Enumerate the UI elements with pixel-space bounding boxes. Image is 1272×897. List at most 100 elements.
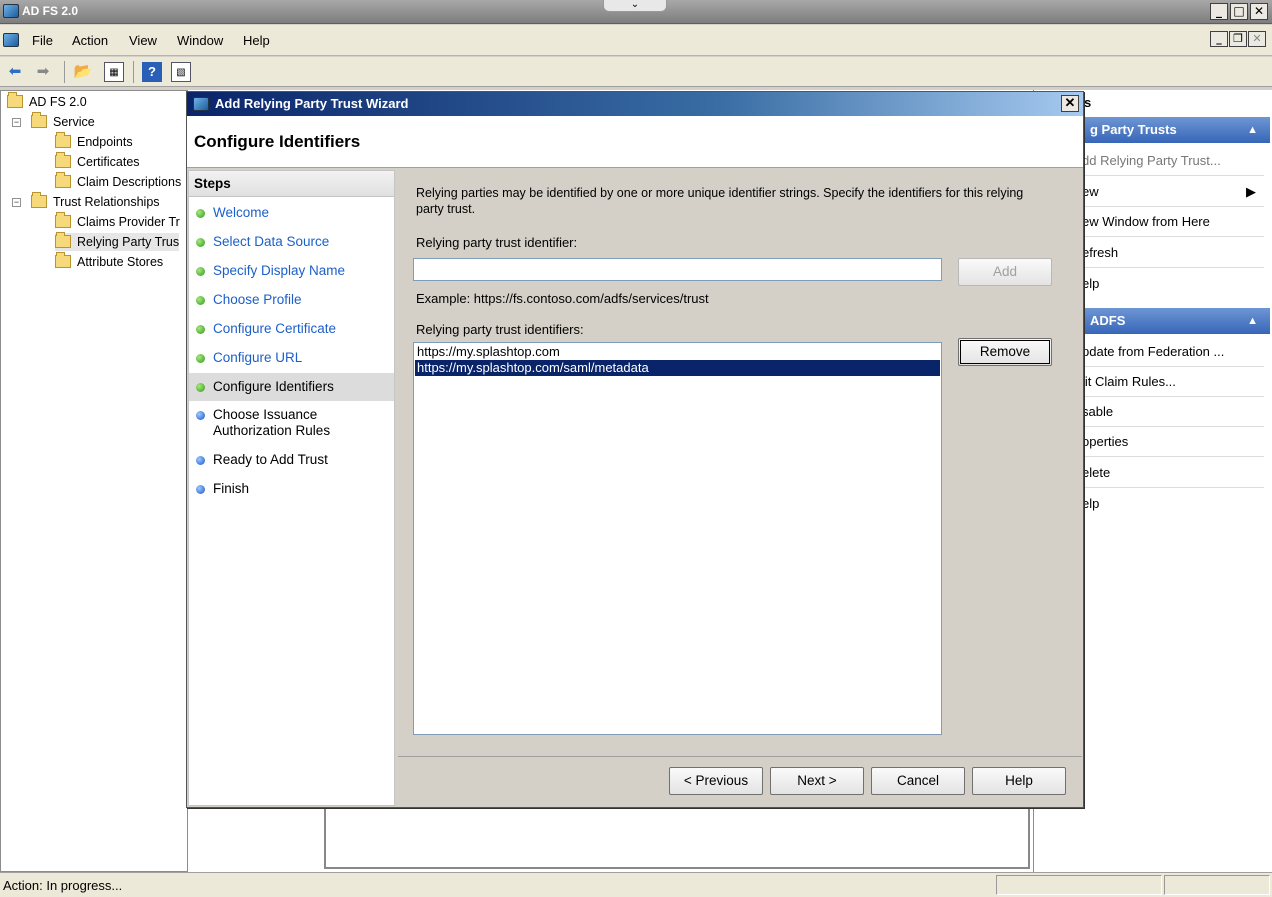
cancel-button[interactable]: Cancel	[871, 767, 965, 795]
menu-action[interactable]: Action	[72, 33, 108, 48]
action-help-2[interactable]: elp	[1082, 489, 1264, 519]
back-arrow-icon[interactable]: ⬅	[5, 62, 25, 82]
forward-arrow-icon[interactable]: ➡	[33, 62, 53, 82]
steps-header: Steps	[189, 171, 394, 197]
wizard-close-button[interactable]: ✕	[1061, 95, 1079, 112]
menu-help[interactable]: Help	[243, 33, 270, 48]
action-refresh[interactable]: efresh	[1082, 238, 1264, 268]
mdi-close-button[interactable]: ✕	[1248, 31, 1266, 47]
add-relying-party-trust-wizard: Add Relying Party Trust Wizard ✕ Configu…	[186, 91, 1084, 808]
actions-pane-title: s	[1084, 95, 1092, 110]
action-view[interactable]: ew ▶	[1082, 177, 1264, 207]
tree-item-claims-provider[interactable]: Claims Provider Tr	[55, 212, 180, 231]
previous-button[interactable]: < Previous	[669, 767, 763, 795]
collapse-icon[interactable]: −	[12, 118, 21, 127]
step-select-data-source[interactable]: Select Data Source	[189, 234, 394, 250]
identifier-input[interactable]	[413, 258, 942, 281]
add-button[interactable]: Add	[958, 258, 1052, 286]
tree-item-service[interactable]: Service	[31, 112, 95, 131]
step-configure-certificate[interactable]: Configure Certificate	[189, 321, 394, 337]
menu-file[interactable]: File	[32, 33, 53, 48]
folder-icon	[55, 172, 71, 188]
up-folder-icon[interactable]: 📂	[73, 62, 93, 82]
action-delete[interactable]: elete	[1082, 458, 1264, 488]
step-finish: Finish	[189, 481, 394, 497]
list-item-selected[interactable]: https://my.splashtop.com/saml/metadata	[415, 360, 940, 376]
step-configure-url[interactable]: Configure URL	[189, 350, 394, 366]
step-configure-identifiers: Configure Identifiers	[189, 373, 394, 401]
wizard-header: Configure Identifiers	[187, 116, 1083, 168]
identifier-label: Relying party trust identifier:	[416, 235, 578, 250]
folder-icon	[55, 132, 71, 148]
maximize-button[interactable]: □	[1230, 3, 1248, 20]
wizard-title-bar: Add Relying Party Trust Wizard ✕	[187, 92, 1083, 116]
step-welcome[interactable]: Welcome	[189, 205, 394, 221]
step-choose-issuance-authorization-rules: Choose Issuance Authorization Rules	[189, 407, 339, 439]
show-action-pane-icon[interactable]: ▧	[171, 62, 191, 82]
mdi-restore-button[interactable]: ❐	[1229, 31, 1247, 47]
remove-button[interactable]: Remove	[958, 338, 1052, 366]
status-bar: Action: In progress...	[0, 872, 1272, 897]
status-text: Action: In progress...	[3, 878, 123, 893]
wizard-title: Add Relying Party Trust Wizard	[215, 96, 409, 111]
step-specify-display-name[interactable]: Specify Display Name	[189, 263, 394, 279]
minimize-button[interactable]: _	[1210, 3, 1228, 20]
folder-icon	[55, 212, 71, 228]
action-update-from-federation[interactable]: pdate from Federation ...	[1082, 337, 1264, 367]
page-title: Configure Identifiers	[194, 132, 361, 151]
tree-item-trust-relationships[interactable]: Trust Relationships	[31, 192, 160, 211]
step-pending-icon	[196, 411, 205, 420]
close-button[interactable]: ✕	[1250, 3, 1268, 20]
step-choose-profile[interactable]: Choose Profile	[189, 292, 394, 308]
intro-text: Relying parties may be identified by one…	[416, 186, 1024, 216]
menu-view[interactable]: View	[129, 33, 157, 48]
folder-icon	[55, 232, 71, 248]
action-disable[interactable]: sable	[1082, 397, 1264, 427]
help-button[interactable]: Help	[972, 767, 1066, 795]
submenu-arrow-icon: ▶	[1246, 184, 1256, 199]
collapse-up-icon[interactable]: ▲	[1247, 117, 1258, 143]
action-help[interactable]: elp	[1082, 269, 1264, 299]
tree-item-adfs-root[interactable]: AD FS 2.0	[7, 92, 87, 111]
identifiers-label: Relying party trust identifiers:	[416, 322, 584, 337]
folder-icon	[31, 112, 47, 128]
folder-icon	[55, 152, 71, 168]
tree-item-attribute-stores[interactable]: Attribute Stores	[55, 252, 163, 271]
steps-panel: Steps Welcome Select Data Source Specify…	[188, 170, 395, 806]
step-complete-icon	[196, 296, 205, 305]
action-new-window[interactable]: ew Window from Here	[1082, 207, 1264, 237]
tree-item-certificates[interactable]: Certificates	[55, 152, 140, 171]
step-complete-icon	[196, 267, 205, 276]
identifiers-list[interactable]: https://my.splashtop.com https://my.spla…	[413, 342, 942, 735]
collapse-up-icon[interactable]: ▲	[1247, 308, 1258, 334]
list-item[interactable]: https://my.splashtop.com	[415, 344, 940, 360]
console-tree: AD FS 2.0 − Service Endpoints Certificat…	[0, 90, 188, 872]
action-add-relying-party-trust[interactable]: dd Relying Party Trust...	[1082, 146, 1264, 176]
wizard-body: Relying parties may be identified by one…	[398, 170, 1082, 756]
mdi-minimize-button[interactable]: _	[1210, 31, 1228, 47]
step-pending-icon	[196, 485, 205, 494]
help-icon[interactable]: ?	[142, 62, 162, 82]
next-button[interactable]: Next >	[770, 767, 864, 795]
tree-item-relying-party[interactable]: Relying Party Trus	[55, 232, 180, 251]
action-edit-claim-rules[interactable]: lit Claim Rules...	[1082, 367, 1264, 397]
adfs-app-icon	[3, 4, 19, 18]
step-complete-icon	[196, 209, 205, 218]
menu-window[interactable]: Window	[177, 33, 223, 48]
console-icon[interactable]	[3, 33, 19, 47]
example-text: Example: https://fs.contoso.com/adfs/ser…	[416, 291, 709, 306]
tree-item-claim-descriptions[interactable]: Claim Descriptions	[55, 172, 181, 191]
tree-item-endpoints[interactable]: Endpoints	[55, 132, 133, 151]
chevron-down-icon[interactable]: ⌄	[603, 0, 667, 12]
folder-icon	[31, 192, 47, 208]
wizard-footer: < Previous Next > Cancel Help	[398, 756, 1082, 806]
collapse-icon[interactable]: −	[12, 198, 21, 207]
status-panel	[1164, 875, 1270, 895]
step-complete-icon	[196, 325, 205, 334]
status-panel	[996, 875, 1162, 895]
action-properties[interactable]: operties	[1082, 427, 1264, 457]
show-hide-tree-icon[interactable]: ▦	[104, 62, 124, 82]
step-current-icon	[196, 383, 205, 392]
window-title-bar: AD FS 2.0 ⌄ _ □ ✕	[0, 0, 1272, 24]
results-pane-frame	[324, 805, 1030, 869]
